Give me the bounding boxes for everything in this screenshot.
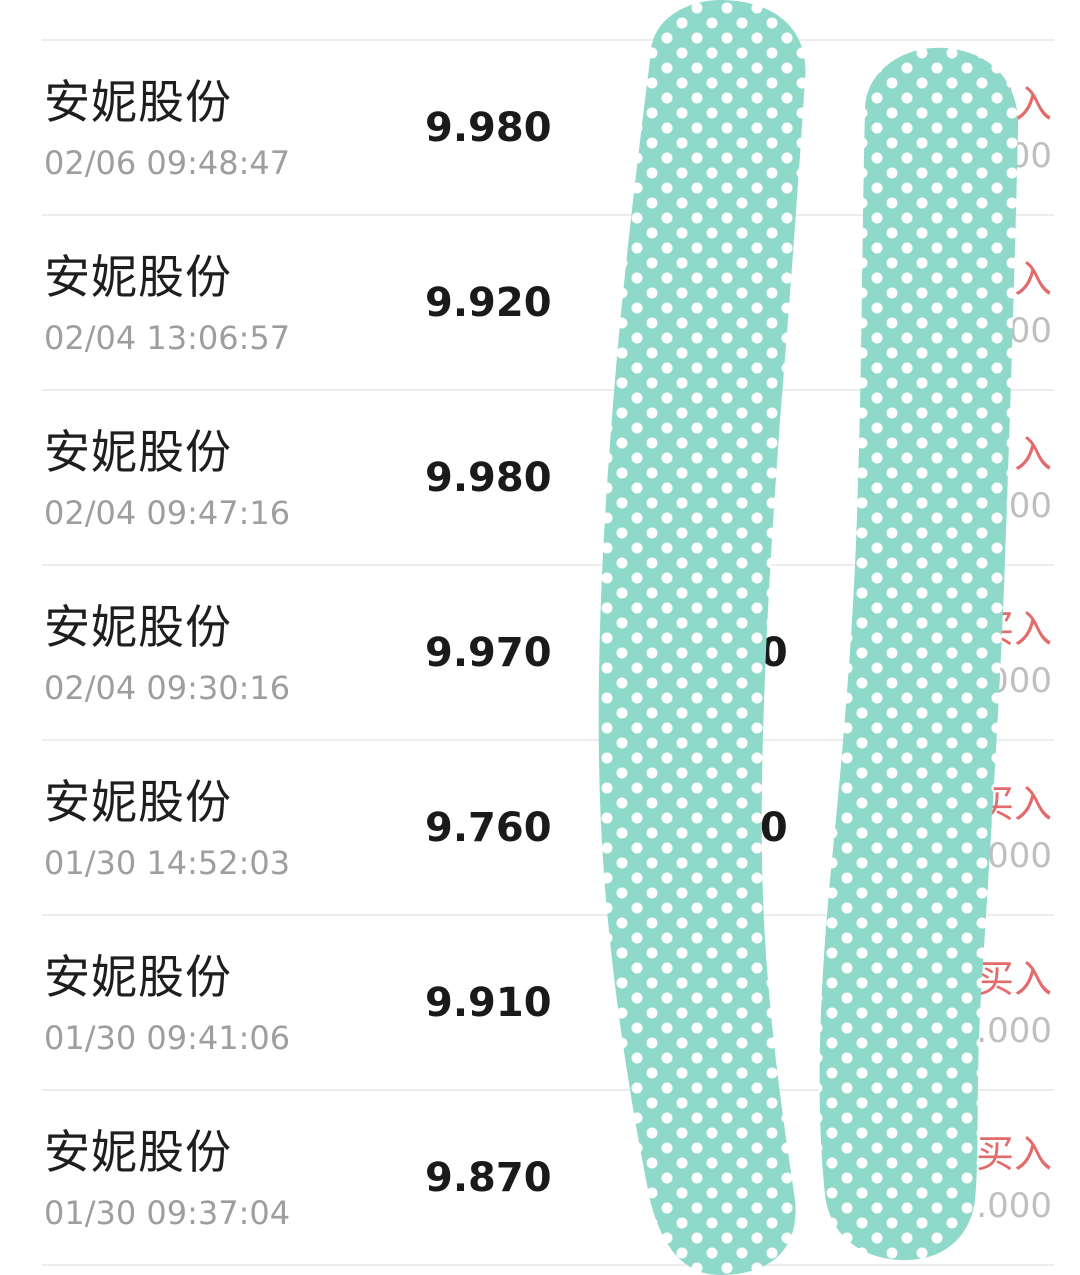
trade-time: 02/04 09:30:16 (44, 669, 291, 707)
trade-price: 9.910 (425, 980, 552, 1026)
divider (42, 1264, 1054, 1266)
trade-side: 买入 (975, 782, 1052, 826)
trade-price: 9.760 (425, 805, 552, 851)
trade-history-list: 安妮股份 02/06 09:48:47 9.980 买入 000 安妮股份 02… (42, 39, 1054, 1266)
trade-side: 买入 (975, 957, 1052, 1001)
trade-price: 9.920 (425, 280, 552, 326)
stock-name: 安妮股份 (44, 600, 232, 654)
trade-row[interactable]: 安妮股份 02/06 09:48:47 9.980 买入 000 (42, 41, 1054, 214)
trade-amount: 000 (987, 136, 1052, 176)
trade-row[interactable]: 安妮股份 02/04 09:47:16 9.980 0 入 00 (42, 391, 1054, 564)
trade-row[interactable]: 安妮股份 01/30 14:52:03 9.760 00 买入 000 (42, 741, 1054, 914)
trade-quantity: 00 (732, 805, 788, 851)
trade-side: 买入 (975, 82, 1052, 126)
trade-amount: 000 (987, 661, 1052, 701)
stock-name: 安妮股份 (44, 75, 232, 129)
trade-row[interactable]: 安妮股份 02/04 13:06:57 9.920 0 入 00 (42, 216, 1054, 389)
trade-side: 买入 (975, 607, 1052, 651)
trade-price: 9.970 (425, 630, 552, 676)
trade-amount: 000 (987, 836, 1052, 876)
trade-price: 9.980 (425, 105, 552, 151)
trade-time: 02/06 09:48:47 (44, 144, 291, 182)
trade-amount: .000 (976, 1011, 1052, 1051)
trade-side: 入 (1013, 432, 1052, 476)
stock-name: 安妮股份 (44, 950, 232, 1004)
trade-row[interactable]: 安妮股份 01/30 09:37:04 9.870 买入 .000 (42, 1091, 1054, 1264)
stock-name: 安妮股份 (44, 250, 232, 304)
trade-side: 入 (1013, 257, 1052, 301)
trade-amount: .000 (976, 1186, 1052, 1226)
trade-quantity: 0 (732, 980, 760, 1026)
trade-time: 01/30 09:37:04 (44, 1194, 291, 1232)
trade-quantity: 0 (732, 280, 760, 326)
trade-quantity: 0 (732, 455, 760, 501)
trade-price: 9.870 (425, 1155, 552, 1201)
trade-side: 买入 (975, 1132, 1052, 1176)
trade-time: 02/04 09:47:16 (44, 494, 291, 532)
stock-name: 安妮股份 (44, 775, 232, 829)
trade-time: 02/04 13:06:57 (44, 319, 291, 357)
trade-amount: 00 (1008, 311, 1052, 351)
trade-amount: 00 (1008, 486, 1052, 526)
trade-row[interactable]: 安妮股份 01/30 09:41:06 9.910 0 买入 .000 (42, 916, 1054, 1089)
trade-time: 01/30 09:41:06 (44, 1019, 291, 1057)
trade-row[interactable]: 安妮股份 02/04 09:30:16 9.970 00 买入 000 (42, 566, 1054, 739)
trade-price: 9.980 (425, 455, 552, 501)
stock-name: 安妮股份 (44, 425, 232, 479)
stock-name: 安妮股份 (44, 1125, 232, 1179)
trade-quantity: 00 (732, 630, 788, 676)
trade-time: 01/30 14:52:03 (44, 844, 291, 882)
